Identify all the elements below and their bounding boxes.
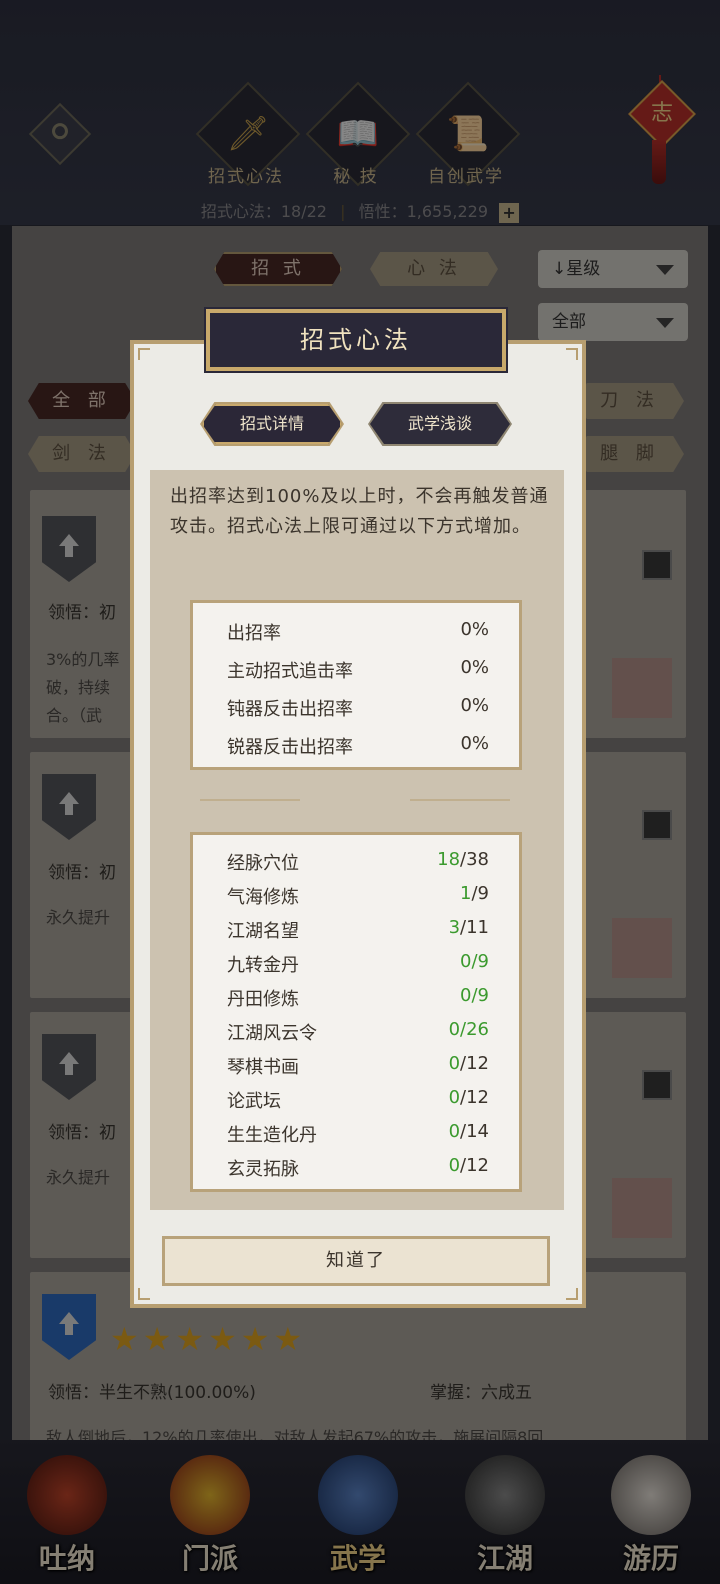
source-current: 0 (448, 1019, 461, 1040)
source-label: 江湖风云令 (227, 1023, 317, 1044)
rate-row: 出招率 0% (227, 619, 489, 645)
source-label: 丹田修炼 (227, 989, 299, 1010)
source-current: 0 (460, 985, 472, 1006)
source-max: /12 (460, 1155, 489, 1176)
source-row: 丹田修炼 0/9 (227, 985, 489, 1011)
corner-ornament (138, 1288, 150, 1300)
rate-label: 主动招式追击率 (227, 661, 353, 682)
source-max: /9 (471, 951, 489, 972)
corner-ornament (566, 348, 578, 360)
source-max: /12 (460, 1053, 489, 1074)
modal-title: 招式心法 (206, 309, 506, 371)
info-text: 出招率达到100%及以上时，不会再触发普通攻击。招式心法上限可通过以下方式增加。 (170, 486, 549, 537)
rate-label: 钝器反击出招率 (227, 699, 353, 720)
source-label: 经脉穴位 (227, 853, 299, 874)
source-current: 0 (448, 1087, 461, 1108)
rate-label: 出招率 (227, 623, 281, 644)
source-max: /9 (471, 883, 489, 904)
source-row: 琴棋书画 0/12 (227, 1053, 489, 1079)
tab-talk[interactable]: 武学浅谈 (370, 404, 510, 444)
rate-value: 0% (460, 619, 489, 640)
source-row: 江湖风云令 0/26 (227, 1019, 489, 1045)
source-max: /12 (460, 1087, 489, 1108)
corner-ornament (566, 1288, 578, 1300)
rate-value: 0% (460, 695, 489, 716)
source-current: 0 (448, 1155, 461, 1176)
rate-label: 锐器反击出招率 (227, 737, 353, 758)
source-label: 玄灵拓脉 (227, 1159, 299, 1180)
tab-detail[interactable]: 招式详情 (202, 404, 342, 444)
source-label: 琴棋书画 (227, 1057, 299, 1078)
source-row: 江湖名望 3/11 (227, 917, 489, 943)
source-current: 0 (448, 1053, 461, 1074)
source-label: 九转金丹 (227, 955, 299, 976)
divider (410, 799, 510, 801)
ok-button[interactable]: 知道了 (162, 1236, 550, 1286)
rate-value: 0% (460, 733, 489, 754)
source-current: 0 (460, 951, 472, 972)
source-max: /11 (460, 917, 489, 938)
source-box[interactable]: 经脉穴位 18/38 气海修炼 1/9 江湖名望 3/11 九转金丹 0/9 丹田修炼 0… (190, 832, 522, 1192)
source-label: 江湖名望 (227, 921, 299, 942)
corner-ornament (138, 348, 150, 360)
source-current: 18 (437, 849, 461, 870)
source-row: 论武坛 0/12 (227, 1087, 489, 1113)
source-current: 0 (448, 1121, 461, 1142)
source-max: /9 (471, 985, 489, 1006)
source-label: 生生造化丹 (227, 1125, 317, 1146)
source-label: 论武坛 (227, 1091, 281, 1112)
source-row: 九转金丹 0/9 (227, 951, 489, 977)
source-label: 气海修炼 (227, 887, 299, 908)
rate-row: 主动招式追击率 0% (227, 657, 489, 683)
rate-row: 锐器反击出招率 0% (227, 733, 489, 759)
source-row: 经脉穴位 18/38 (227, 849, 489, 875)
source-current: 3 (448, 917, 461, 938)
source-max: /38 (460, 849, 489, 870)
rate-box: 出招率 0% 主动招式追击率 0% 钝器反击出招率 0% 锐器反击出招率 0% (190, 600, 522, 770)
source-row: 气海修炼 1/9 (227, 883, 489, 909)
rate-value: 0% (460, 657, 489, 678)
source-max: /14 (460, 1121, 489, 1142)
source-row: 玄灵拓脉 0/12 (227, 1155, 489, 1181)
source-current: 1 (460, 883, 472, 904)
divider (200, 799, 300, 801)
source-max: /26 (460, 1019, 489, 1040)
source-row: 生生造化丹 0/14 (227, 1121, 489, 1147)
rate-row: 钝器反击出招率 0% (227, 695, 489, 721)
